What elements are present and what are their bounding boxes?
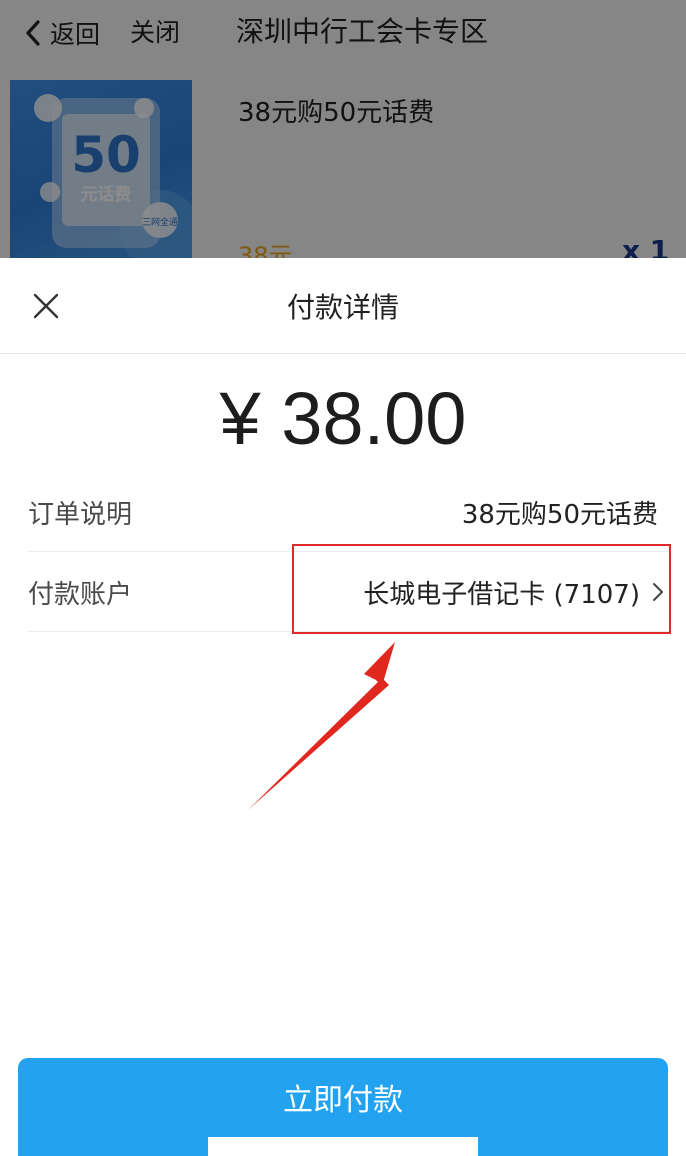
order-description-value: 38元购50元话费 xyxy=(461,500,658,530)
sheet-header: 付款详情 xyxy=(0,258,686,354)
order-description-label: 订单说明 xyxy=(28,500,133,530)
modal-overlay[interactable] xyxy=(0,0,686,262)
payment-account-row[interactable]: 付款账户 长城电子借记卡 (7107) xyxy=(28,552,672,632)
payment-amount: ¥ 38.00 xyxy=(219,377,467,460)
home-indicator xyxy=(208,1137,478,1156)
payment-sheet: 付款详情 ¥ 38.00 订单说明 38元购50元话费 付款账户 长城电子借记卡… xyxy=(0,258,686,1156)
sheet-title: 付款详情 xyxy=(286,291,399,324)
order-description-row: 订单说明 38元购50元话费 xyxy=(28,472,672,552)
payment-account-value: 长城电子借记卡 (7107) xyxy=(363,580,640,610)
payment-account-label: 付款账户 xyxy=(28,580,133,610)
background-page: 返回 关闭 深圳中行工会卡专区 50 元话费 三网全通 38元购50元话费 38… xyxy=(0,0,686,262)
chevron-right-icon xyxy=(653,583,663,601)
